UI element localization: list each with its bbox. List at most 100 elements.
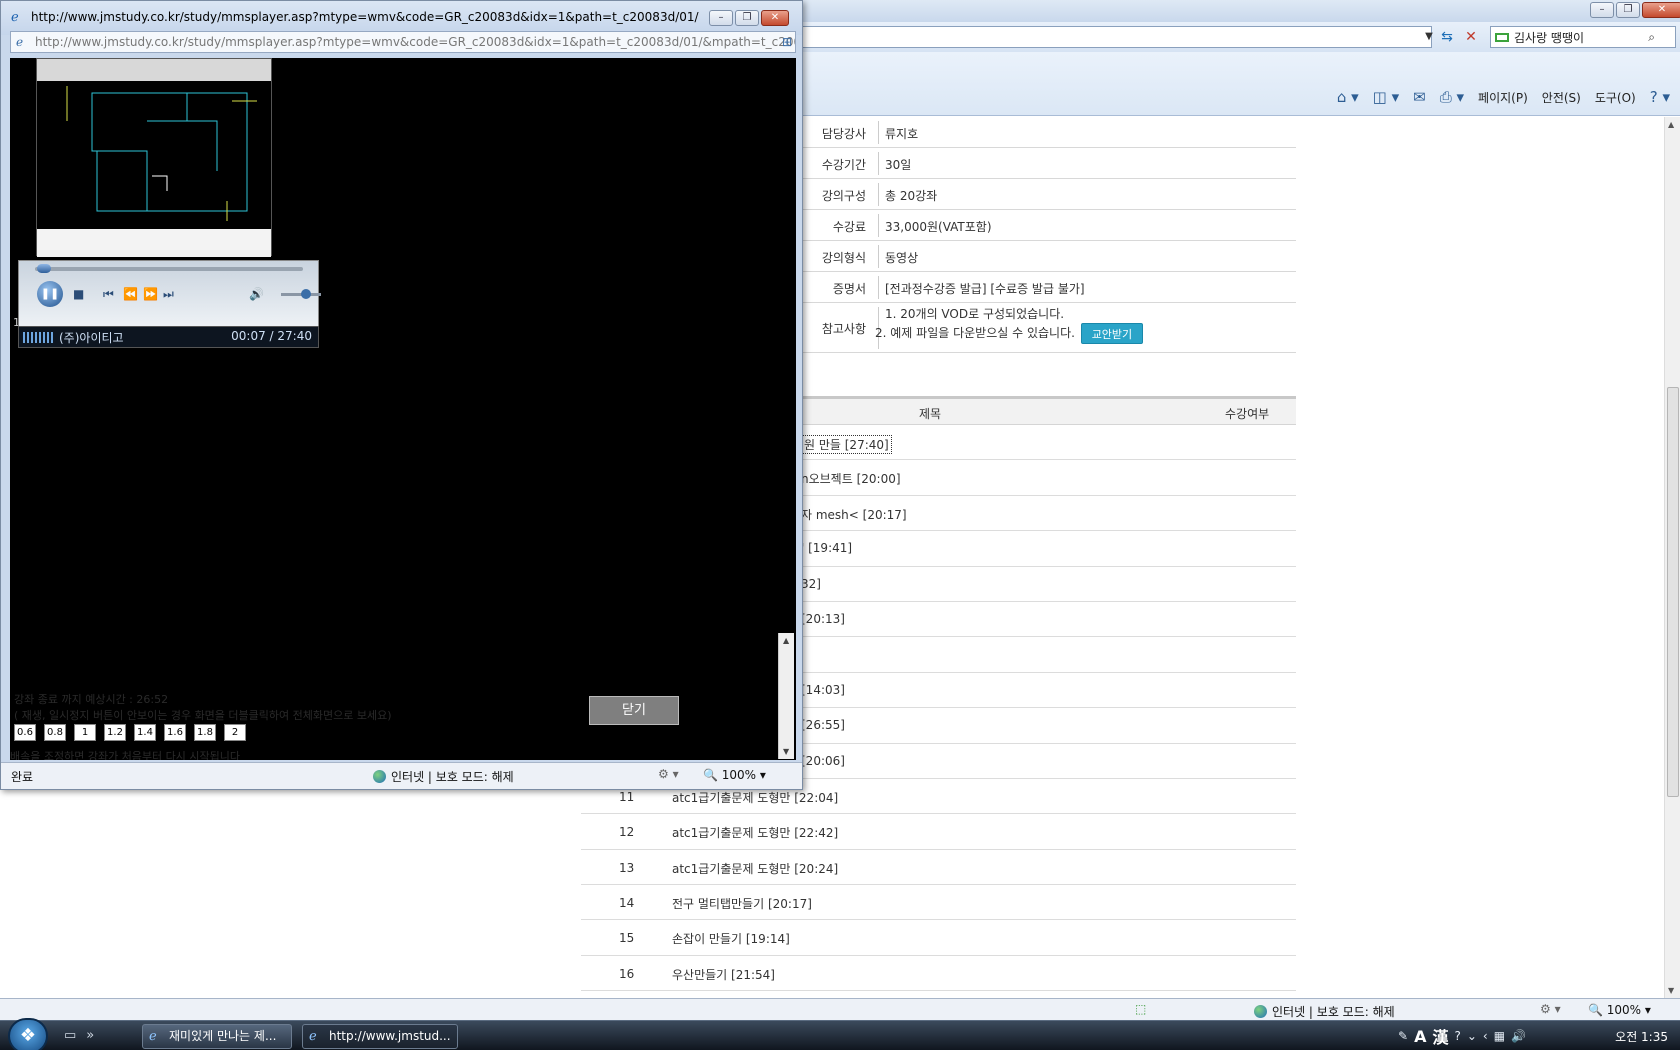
lecture-row[interactable]: 13 atc1급기출문제 도형만 [20:24] xyxy=(581,850,1296,886)
video-frame[interactable] xyxy=(36,58,272,257)
lecture-title[interactable]: [20:06] xyxy=(801,754,845,768)
ime-options-icon[interactable]: ⌄ xyxy=(1467,1029,1477,1043)
lecture-title[interactable]: ' [19:41] xyxy=(801,541,852,555)
lecture-title[interactable]: 원 만들 [27:40] xyxy=(801,435,892,454)
protected-mode-icon[interactable]: ⚙ ▾ xyxy=(658,767,679,781)
volume-icon[interactable]: 🔊 xyxy=(1511,1029,1526,1043)
lecture-title[interactable]: atc1급기출문제 도형만 [20:24] xyxy=(672,860,838,877)
search-icon[interactable]: ⌕ xyxy=(1648,30,1655,45)
seek-knob[interactable] xyxy=(37,264,51,273)
popup-title-bar: ℯ http://www.jmstudy.co.kr/study/mmsplay… xyxy=(1,1,802,35)
minimize-button[interactable]: – xyxy=(709,10,733,26)
bg-vertical-scrollbar[interactable]: ▲ ▼ xyxy=(1664,117,1680,998)
lecture-title[interactable]: [14:03] xyxy=(801,683,845,697)
status-done: 완료 xyxy=(11,770,34,784)
previous-button[interactable]: ⏮ xyxy=(103,287,114,302)
globe-icon xyxy=(1254,1005,1267,1018)
tray-expand-icon[interactable]: ‹ xyxy=(1483,1029,1488,1043)
close-button[interactable]: ✕ xyxy=(1642,2,1680,18)
bg-zoom-level[interactable]: 🔍 100% ▾ xyxy=(1588,1003,1651,1017)
scroll-up-icon[interactable]: ▲ xyxy=(1668,120,1674,129)
close-player-button[interactable]: 닫기 xyxy=(589,696,679,725)
lecture-title[interactable]: [26:55] xyxy=(801,718,845,732)
ime-hanja-icon[interactable]: 漢 xyxy=(1432,1024,1448,1048)
rewind-button[interactable]: ⏪ xyxy=(123,287,138,301)
scroll-up-icon[interactable]: ▲ xyxy=(783,636,789,645)
safety-menu[interactable]: 안전(S) xyxy=(1542,89,1581,106)
volume-slider[interactable] xyxy=(281,289,321,299)
tools-menu[interactable]: 도구(O) xyxy=(1595,89,1636,106)
media-player-controls: ❚❚ ■ ⏮ ⏪ ⏩ ⏭ 🔊 xyxy=(18,260,321,328)
speed-button[interactable]: 1.6 xyxy=(164,724,186,741)
start-button[interactable]: ❖ xyxy=(8,1018,48,1050)
minimize-button[interactable]: – xyxy=(1590,2,1614,18)
scroll-down-icon[interactable]: ▼ xyxy=(783,747,789,756)
popup-scrollbar[interactable]: ▲ ▼ xyxy=(778,633,794,759)
lecture-title[interactable]: atc1급기출문제 도형만 [22:04] xyxy=(672,789,838,806)
mute-button[interactable]: 🔊 xyxy=(249,287,264,301)
lecture-title[interactable]: 우산만들기 [21:54] xyxy=(672,966,775,983)
fast-forward-button[interactable]: ⏩ xyxy=(143,287,158,301)
taskbar-item[interactable]: ℯ 재미있게 만나는 제... xyxy=(142,1024,292,1049)
popup-security-zone[interactable]: 인터넷 | 보호 모드: 해제 xyxy=(373,768,514,785)
info-value: 동영상 xyxy=(885,251,919,265)
bg-url-field[interactable] xyxy=(800,26,1432,48)
stop-button[interactable]: ■ xyxy=(73,287,84,301)
lecture-row[interactable]: 14 전구 멀티탭만들기 [20:17] xyxy=(581,885,1296,921)
help-icon[interactable]: ? ▾ xyxy=(1650,88,1670,106)
stop-icon[interactable]: ✕ xyxy=(1460,27,1482,47)
refresh-icon[interactable]: ⇆ xyxy=(1436,27,1458,47)
speed-button[interactable]: 1 xyxy=(74,724,96,741)
clock[interactable]: 오전 1:35 xyxy=(1615,1028,1668,1045)
lecture-row[interactable]: 15 손잡이 만들기 [19:14] xyxy=(581,920,1296,956)
volume-knob[interactable] xyxy=(301,289,311,299)
bg-security-zone[interactable]: 인터넷 | 보호 모드: 해제 xyxy=(1254,1003,1395,1020)
speed-button[interactable]: 2 xyxy=(224,724,246,741)
mail-icon[interactable]: ✉ xyxy=(1413,88,1426,106)
close-window-button[interactable]: ✕ xyxy=(761,10,789,26)
ime-mode-icon[interactable]: A xyxy=(1414,1027,1426,1046)
lecture-title[interactable]: n오브젝트 [20:00] xyxy=(801,470,901,487)
lecture-title[interactable]: 손잡이 만들기 [19:14] xyxy=(672,930,790,947)
page-go-icon[interactable]: ⊞ xyxy=(782,32,792,52)
download-materials-button[interactable]: 교안받기 xyxy=(1080,323,1143,344)
protected-mode-icon[interactable]: ⚙ ▾ xyxy=(1540,1002,1561,1016)
lecture-title[interactable]: atc1급기출문제 도형만 [22:42] xyxy=(672,824,838,841)
quick-launch-more-icon[interactable]: » xyxy=(86,1028,94,1043)
pause-button[interactable]: ❚❚ xyxy=(37,281,63,307)
popup-zoom-level[interactable]: 🔍 100% ▾ xyxy=(703,768,766,782)
popup-address-field[interactable]: ℯ http://www.jmstudy.co.kr/study/mmsplay… xyxy=(10,31,796,53)
info-value: 33,000원(VAT포함) xyxy=(885,220,992,234)
popup-zone-text: 인터넷 | 보호 모드: 해제 xyxy=(391,770,514,784)
feeds-icon[interactable]: ◫ ▾ xyxy=(1373,88,1399,106)
notes-value: 1. 20개의 VOD로 구성되었습니다. 2. 예제 파일을 다운받으실 수 … xyxy=(875,305,1143,344)
maximize-button[interactable]: ❐ xyxy=(735,10,759,26)
lecture-title[interactable]: 32] xyxy=(801,577,821,591)
scrollbar-thumb[interactable] xyxy=(1667,387,1679,797)
lecture-row[interactable]: 16 우산만들기 [21:54] xyxy=(581,956,1296,992)
speed-button[interactable]: 1.2 xyxy=(104,724,126,741)
show-desktop-icon[interactable]: ▭ xyxy=(64,1028,76,1043)
tray-app-icon[interactable]: ✎ xyxy=(1398,1029,1408,1043)
lecture-row[interactable]: 12 atc1급기출문제 도형만 [22:42] xyxy=(581,814,1296,850)
print-icon[interactable]: ⎙ ▾ xyxy=(1440,88,1464,106)
speed-button[interactable]: 1.4 xyxy=(134,724,156,741)
speed-button[interactable]: 1.8 xyxy=(194,724,216,741)
page-menu[interactable]: 페이지(P) xyxy=(1478,89,1528,106)
lecture-title[interactable]: 전구 멀티탭만들기 [20:17] xyxy=(672,895,812,912)
taskbar-item[interactable]: ℯ http://www.jmstud... xyxy=(302,1024,458,1049)
next-button[interactable]: ⏭ xyxy=(163,287,174,302)
search-box[interactable]: 김사랑 땡땡이 ⌕ xyxy=(1490,26,1676,48)
speed-reset-note: 배속을 조정하면 강좌가 처음부터 다시 시작됩니다 xyxy=(10,750,241,760)
home-icon[interactable]: ⌂ ▾ xyxy=(1337,88,1359,106)
scroll-down-icon[interactable]: ▼ xyxy=(1668,986,1674,995)
speed-button[interactable]: 0.8 xyxy=(44,724,66,741)
lecture-title[interactable]: 자 mesh< [20:17] xyxy=(801,506,907,523)
seek-bar[interactable] xyxy=(35,264,303,273)
maximize-button[interactable]: ❐ xyxy=(1616,2,1640,18)
network-icon[interactable]: ▦ xyxy=(1494,1029,1505,1043)
cad-toolbar-thumbnail xyxy=(37,59,271,81)
ime-help-icon[interactable]: ? xyxy=(1454,1029,1460,1043)
speed-button[interactable]: 0.6 xyxy=(14,724,36,741)
lecture-title[interactable]: [20:13] xyxy=(801,612,845,626)
